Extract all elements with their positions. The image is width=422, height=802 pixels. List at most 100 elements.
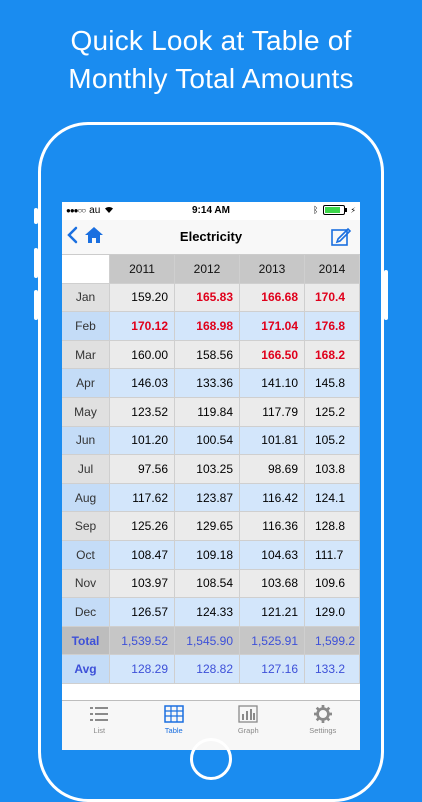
total-label: Total [62,626,110,655]
graph-icon [238,705,258,723]
total-row: Total 1,539.52 1,545.90 1,525.91 1,599.2 [62,626,360,656]
headline-line-1: Quick Look at Table of [70,25,352,56]
amount-cell: 101.81 [240,426,305,455]
amount-cell: 105.2 [305,426,360,455]
amount-cell: 125.26 [110,512,175,540]
amount-cell: 171.04 [240,312,305,340]
amount-cell: 124.33 [175,598,240,626]
list-icon [90,707,109,721]
avg-value: 128.29 [110,655,175,683]
app-screen: ●●●○○ au 9:14 AM ᛒ ⚡ Electricity 2011 20… [62,202,360,750]
amount-cell: 176.8 [305,312,360,340]
table-row: Jun 101.20 100.54 101.81 105.2 [62,426,360,456]
phone-volume-up [34,248,38,278]
amount-cell: 103.68 [240,569,305,598]
amount-cell: 128.8 [305,512,360,540]
year-header: 2011 [110,255,175,283]
month-label: Jan [62,283,110,312]
status-bar: ●●●○○ au 9:14 AM ᛒ ⚡ [62,202,360,220]
amount-cell: 103.25 [175,455,240,483]
table-row: Jan 159.20 165.83 166.68 170.4 [62,283,360,313]
phone-power-button [384,270,388,320]
amount-cell: 168.98 [175,312,240,340]
amount-cell: 125.2 [305,397,360,426]
table-icon [164,705,184,723]
amount-cell: 166.50 [240,340,305,369]
tab-settings-label: Settings [309,726,337,735]
amount-cell: 160.00 [110,340,175,369]
year-header: 2014 [305,255,360,283]
amount-cell: 108.47 [110,540,175,569]
tab-table-label: Table [164,726,183,735]
amount-cell: 119.84 [175,397,240,426]
month-label: Sep [62,512,110,540]
avg-value: 133.2 [305,655,360,683]
avg-value: 128.82 [175,655,240,683]
amount-cell: 117.79 [240,397,305,426]
table-row: Apr 146.03 133.36 141.10 145.8 [62,369,360,398]
amount-cell: 116.42 [240,483,305,512]
month-label: Apr [62,369,110,397]
tab-graph-label: Graph [237,726,259,735]
amount-cell: 121.21 [240,598,305,626]
table-row: Aug 117.62 123.87 116.42 124.1 [62,483,360,513]
amount-cell: 126.57 [110,598,175,626]
amount-cell: 109.18 [175,540,240,569]
tab-list-label: List [93,726,106,735]
total-value: 1,545.90 [175,626,240,655]
table-row: Mar 160.00 158.56 166.50 168.2 [62,340,360,370]
tab-settings[interactable]: Settings [286,701,361,750]
total-value: 1,599.2 [305,626,360,655]
battery-icon [323,205,348,215]
amount-cell: 124.1 [305,483,360,512]
month-label: Feb [62,312,110,340]
amount-cell: 101.20 [110,426,175,455]
amount-cell: 117.62 [110,483,175,512]
gear-icon [313,705,332,723]
amount-cell: 108.54 [175,569,240,598]
avg-row: Avg 128.29 128.82 127.16 133.2 [62,655,360,684]
amount-cell: 165.83 [175,283,240,312]
amount-cell: 170.4 [305,283,360,312]
year-header: 2013 [240,255,305,283]
year-header: 2012 [175,255,240,283]
nav-bar: Electricity [62,220,360,255]
amount-cell: 103.97 [110,569,175,598]
headline: Quick Look at Table of Monthly Total Amo… [0,22,422,98]
amount-cell: 129.0 [305,598,360,626]
amounts-table: 2011 2012 2013 2014 Jan 159.20 165.83 166.6… [62,255,360,684]
table-row: Oct 108.47 109.18 104.63 111.7 [62,540,360,570]
amount-cell: 158.56 [175,340,240,369]
amount-cell: 145.8 [305,369,360,397]
table-row: May 123.52 119.84 117.79 125.2 [62,397,360,427]
amount-cell: 100.54 [175,426,240,455]
home-button[interactable] [190,738,232,780]
avg-value: 127.16 [240,655,305,683]
amount-cell: 159.20 [110,283,175,312]
amount-cell: 123.52 [110,397,175,426]
amount-cell: 129.65 [175,512,240,540]
amount-cell: 141.10 [240,369,305,397]
amount-cell: 166.68 [240,283,305,312]
edit-icon[interactable] [330,225,352,252]
headline-line-2: Monthly Total Amounts [68,63,354,94]
total-value: 1,525.91 [240,626,305,655]
month-label: Nov [62,569,110,598]
table-row: Feb 170.12 168.98 171.04 176.8 [62,312,360,341]
amount-cell: 133.36 [175,369,240,397]
tab-list[interactable]: List [62,701,137,750]
table-row: Sep 125.26 129.65 116.36 128.8 [62,512,360,541]
amount-cell: 116.36 [240,512,305,540]
amount-cell: 98.69 [240,455,305,483]
month-label: Dec [62,598,110,626]
amount-cell: 111.7 [305,540,360,569]
month-label: Aug [62,483,110,512]
amount-cell: 146.03 [110,369,175,397]
month-label: Jun [62,426,110,455]
header-corner [62,255,110,283]
table-header-row: 2011 2012 2013 2014 [62,255,360,284]
table-row: Jul 97.56 103.25 98.69 103.8 [62,455,360,484]
amount-cell: 104.63 [240,540,305,569]
month-label: May [62,397,110,426]
avg-label: Avg [62,655,110,683]
